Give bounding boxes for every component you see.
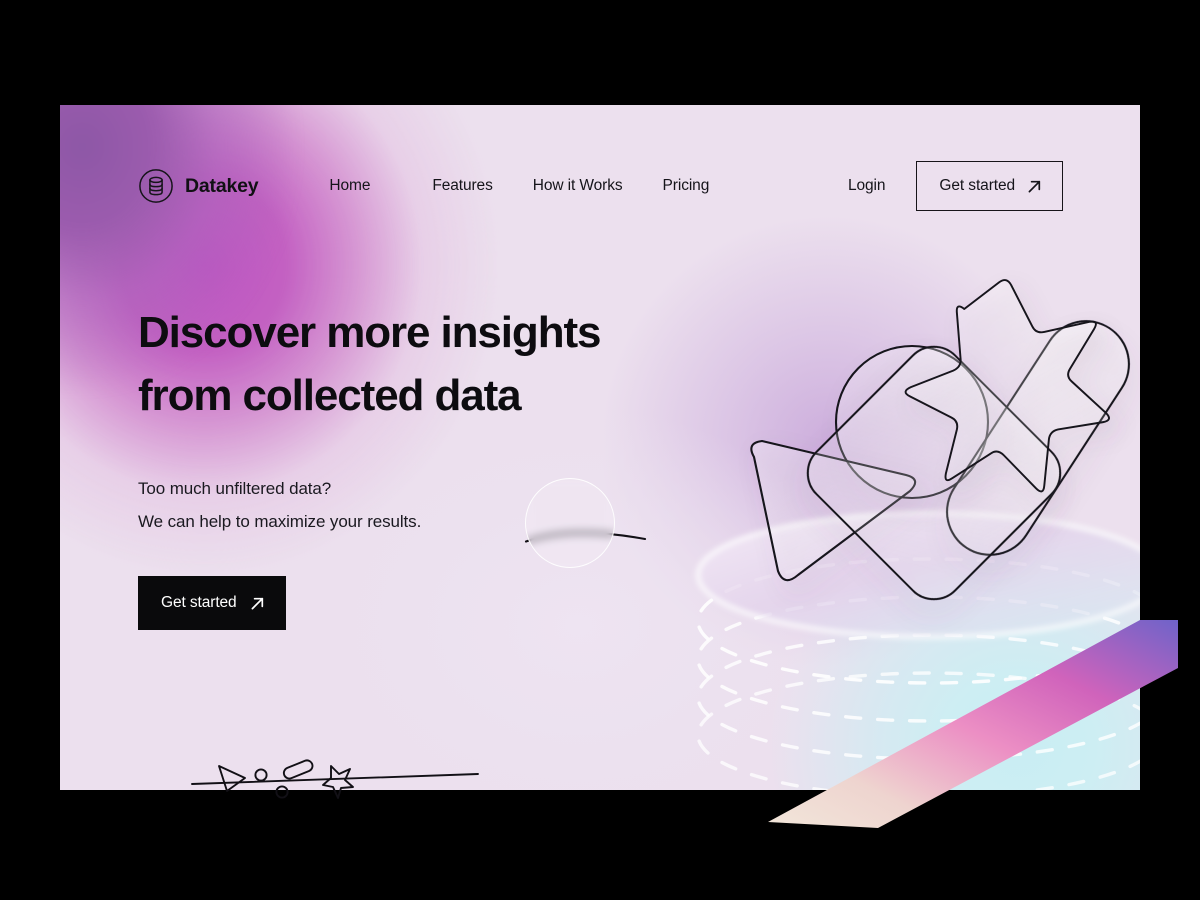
nav-get-started-label: Get started xyxy=(939,177,1015,194)
doodle-circle-bottom xyxy=(275,785,289,799)
headline-line-1: Discover more insights xyxy=(138,308,602,357)
login-link[interactable]: Login xyxy=(848,177,886,195)
database-circle-icon xyxy=(139,169,173,203)
screenshot-canvas: Datakey Home Features How it Works Prici… xyxy=(0,0,1200,900)
hero-get-started-label: Get started xyxy=(161,594,237,611)
arrow-up-right-icon xyxy=(251,597,263,609)
doodle-star xyxy=(322,765,354,799)
brand-name: Datakey xyxy=(185,174,259,197)
doodle-triangle xyxy=(218,765,246,792)
hero-get-started-button[interactable]: Get started xyxy=(138,576,286,630)
doodle-circle-top xyxy=(254,768,268,782)
page-title: Discover more insights from collected da… xyxy=(138,301,698,427)
subcopy-line-2: We can help to maximize your results. xyxy=(138,512,422,531)
gradient-ribbon xyxy=(768,620,1178,828)
arrow-up-right-icon xyxy=(1028,180,1041,192)
doodle-stroke xyxy=(191,773,479,785)
main-navbar: Datakey Home Features How it Works Prici… xyxy=(138,151,1063,221)
nav-actions: Login Get started xyxy=(848,161,1063,211)
nav-link-features[interactable]: Features xyxy=(432,177,492,195)
hand-drawn-doodle xyxy=(191,759,479,799)
doodle-capsule xyxy=(282,759,314,780)
nav-link-home[interactable]: Home xyxy=(329,177,370,195)
nav-link-pricing[interactable]: Pricing xyxy=(663,177,710,195)
headline-line-2: from collected data xyxy=(138,371,522,420)
subcopy-line-1: Too much unfiltered data? xyxy=(138,479,332,498)
brand-logo[interactable]: Datakey xyxy=(138,168,259,204)
nav-link-how-it-works[interactable]: How it Works xyxy=(533,177,623,195)
hero-copy: Discover more insights from collected da… xyxy=(138,301,698,630)
nav-get-started-button[interactable]: Get started xyxy=(916,161,1063,211)
nav-links: Home Features How it Works Pricing xyxy=(329,177,709,195)
hand-drawn-underline xyxy=(524,531,647,543)
